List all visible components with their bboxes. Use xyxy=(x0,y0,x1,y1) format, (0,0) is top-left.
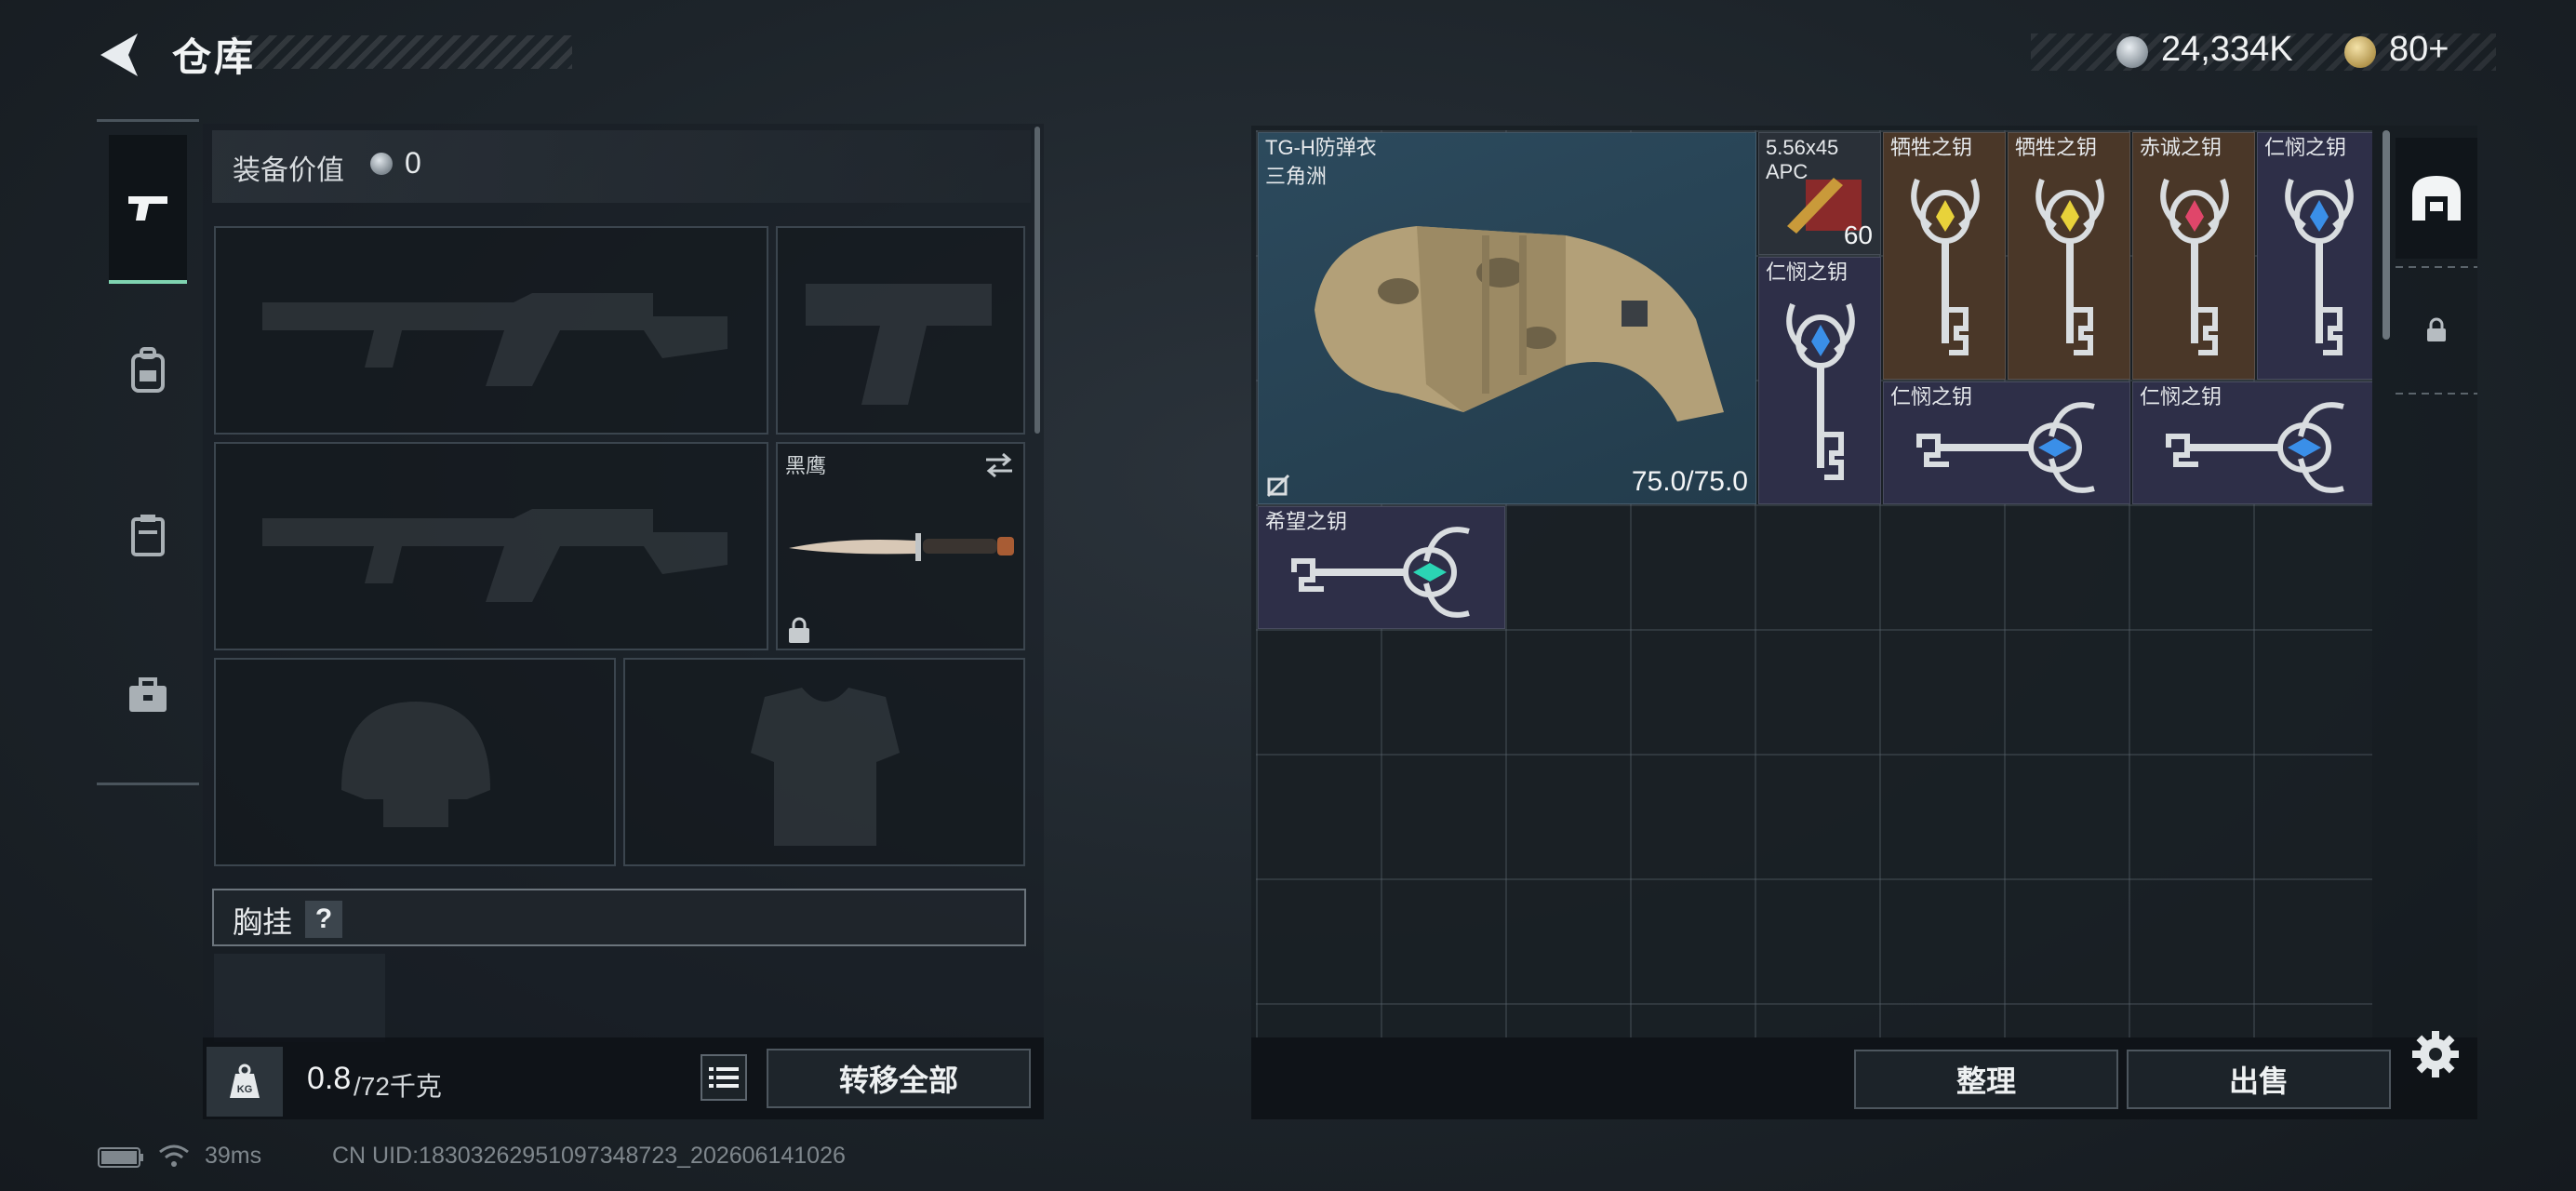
helmet-silhouette-icon xyxy=(341,702,490,827)
key-icon xyxy=(2160,178,2229,355)
tab-containers[interactable] xyxy=(109,461,187,609)
key-item[interactable]: 仁悯之钥 xyxy=(2257,132,2372,380)
tab-locked[interactable] xyxy=(2396,270,2477,391)
armor-durability: 75.0/75.0 xyxy=(1631,466,1748,497)
silver-coin-icon xyxy=(2116,36,2148,68)
svg-text:KG: KG xyxy=(237,1084,253,1095)
chest-rig-slot[interactable] xyxy=(214,954,385,1042)
tab-storage[interactable] xyxy=(2396,138,2477,259)
wifi-icon xyxy=(159,1144,189,1167)
key-item[interactable]: 赤诚之钥 xyxy=(2132,132,2255,380)
lock-icon xyxy=(789,617,809,643)
toolbox-icon xyxy=(129,677,167,712)
armor-name: TG-H防弹衣 xyxy=(1265,136,1377,159)
backpack-icon xyxy=(131,347,165,393)
pistol-icon xyxy=(128,196,167,221)
ammo-item[interactable]: 5.56x45 APC 60 xyxy=(1758,132,1881,255)
secondary-weapon-slot[interactable] xyxy=(214,442,768,650)
melee-slot[interactable]: 黑鹰 xyxy=(776,442,1025,650)
storage-scrollbar[interactable] xyxy=(2382,130,2390,340)
uid-text: CN UID:18303262951097348723_202606141026 xyxy=(332,1143,846,1169)
tab-gear[interactable] xyxy=(109,296,187,445)
silver-currency-amount: 24,334K xyxy=(2161,30,2293,69)
armor-slot[interactable] xyxy=(623,658,1025,866)
key-icon xyxy=(1916,402,2095,493)
equipment-scrollbar[interactable] xyxy=(1034,127,1040,434)
primary-weapon-slot[interactable] xyxy=(214,226,768,435)
battery-icon xyxy=(98,1147,143,1168)
storage-grid: TG-H防弹衣 三角洲 75.0/75.0 5.56x45 APC 60 牺牲之… xyxy=(1256,130,2372,1037)
silver-coin-icon xyxy=(370,153,393,175)
sell-button[interactable]: 出售 xyxy=(2127,1050,2391,1109)
equipment-value-label: 装备价值 xyxy=(233,155,344,186)
gold-currency-amount[interactable]: 80+ xyxy=(2389,30,2449,70)
pistol-slot[interactable] xyxy=(776,226,1025,435)
key-item[interactable]: 牺牲之钥 xyxy=(2008,132,2130,380)
key-item[interactable]: 仁悯之钥 xyxy=(1758,257,1881,504)
transfer-all-button[interactable]: 转移全部 xyxy=(767,1049,1031,1108)
armor-silhouette-icon xyxy=(751,688,900,846)
weight-current: 0.8 xyxy=(307,1061,352,1096)
ping-text: 39ms xyxy=(205,1143,262,1169)
list-view-button[interactable] xyxy=(701,1054,747,1101)
armor-vest-icon xyxy=(1315,226,1724,422)
key-icon xyxy=(1291,527,1470,618)
key-item[interactable]: 仁悯之钥 xyxy=(1883,381,2130,504)
key-label: 仁悯之钥 xyxy=(2264,136,2347,159)
lock-icon xyxy=(2427,317,2446,341)
rifle-silhouette-icon xyxy=(262,509,727,602)
warehouse-icon xyxy=(2412,176,2461,221)
key-item[interactable]: 希望之钥 xyxy=(1258,506,1505,629)
swap-icon[interactable] xyxy=(982,451,1016,479)
help-button[interactable]: ? xyxy=(305,901,342,938)
organize-button[interactable]: 整理 xyxy=(1854,1050,2118,1109)
pistol-silhouette-icon xyxy=(806,284,992,405)
title-decoration xyxy=(233,35,572,69)
side-tab-divider xyxy=(2396,393,2477,395)
armor-subtitle: 三角洲 xyxy=(1265,165,1328,188)
rifle-silhouette-icon xyxy=(262,293,727,386)
key-icon xyxy=(1911,178,1980,355)
melee-name: 黑鹰 xyxy=(785,454,827,477)
weight-icon: KG xyxy=(230,1064,260,1098)
key-item[interactable]: 牺牲之钥 xyxy=(1883,132,2006,380)
key-item[interactable]: 仁悯之钥 xyxy=(2132,381,2372,504)
case-icon xyxy=(131,515,165,556)
page-title: 仓库 xyxy=(172,35,257,79)
key-label: 赤诚之钥 xyxy=(2140,136,2222,159)
gold-coin-icon xyxy=(2344,36,2376,68)
key-icon xyxy=(2035,178,2104,355)
key-label: 仁悯之钥 xyxy=(1766,261,1849,284)
helmet-slot[interactable] xyxy=(214,658,616,866)
ammo-name: 5.56x45 xyxy=(1766,136,1839,159)
knife-icon xyxy=(789,533,1014,561)
ammo-count: 60 xyxy=(1843,221,1873,249)
key-icon xyxy=(1786,302,1855,480)
weight-icon-box: KG xyxy=(207,1047,283,1117)
settings-gear-icon[interactable] xyxy=(2409,1028,2462,1080)
armor-item[interactable]: TG-H防弹衣 三角洲 75.0/75.0 xyxy=(1258,132,1756,504)
key-label: 牺牲之钥 xyxy=(1890,136,1973,159)
equipment-value: 0 xyxy=(405,146,421,180)
key-icon xyxy=(2166,402,2344,493)
list-icon xyxy=(709,1067,739,1088)
key-label: 牺牲之钥 xyxy=(2015,136,2098,159)
key-icon xyxy=(2285,178,2354,355)
back-button[interactable] xyxy=(93,28,149,82)
side-tab-divider xyxy=(2396,266,2477,268)
chest-rig-label: 胸挂 xyxy=(233,905,293,939)
back-arrow-icon xyxy=(100,33,138,76)
tab-supplies[interactable] xyxy=(109,622,187,770)
weight-max: /72千克 xyxy=(354,1072,442,1101)
no-repair-icon xyxy=(1266,474,1290,498)
tab-weapons[interactable] xyxy=(109,135,187,284)
